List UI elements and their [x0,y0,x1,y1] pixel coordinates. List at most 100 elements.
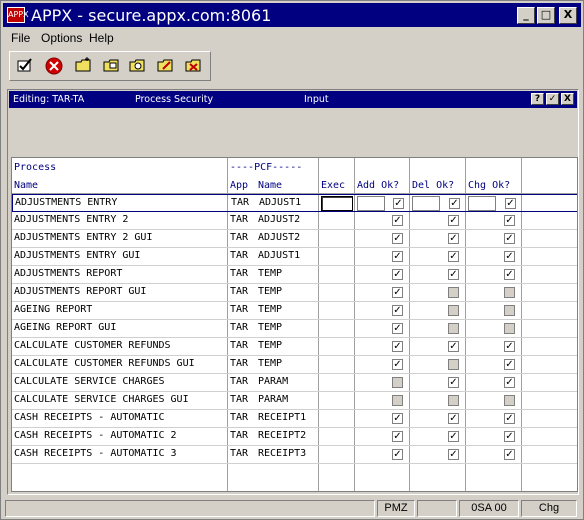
menu-file[interactable]: File [11,31,30,45]
add-ok-checkbox[interactable]: ✓ [393,198,404,209]
chg-ok-checkbox[interactable]: ✓ [504,341,515,352]
process-name-cell: CALCULATE CUSTOMER REFUNDS [14,340,171,351]
add-ok-checkbox[interactable]: ✓ [392,305,403,316]
panel-close-button[interactable]: X [561,93,574,105]
add-ok-checkbox[interactable]: ✓ [392,233,403,244]
app-cell: TAR [230,358,249,369]
open-folder-icon[interactable] [102,57,122,75]
chg-ok-checkbox[interactable] [504,395,515,406]
chg-ok-checkbox[interactable]: ✓ [504,251,515,262]
del-ok-checkbox[interactable] [448,359,459,370]
del-ok-checkbox[interactable]: ✓ [448,377,459,388]
process-name-cell: ADJUSTMENTS ENTRY [15,197,118,208]
chg-ok-checkbox[interactable] [504,287,515,298]
add-input[interactable] [357,196,385,211]
header-name: Name [258,180,283,191]
add-ok-checkbox[interactable]: ✓ [392,449,403,460]
del-ok-checkbox[interactable] [448,305,459,316]
menu-help[interactable]: Help [89,31,114,45]
status-cell-empty [417,500,457,517]
process-name-cell: ADJUSTMENTS ENTRY 2 [14,214,129,225]
table-row[interactable]: AGEING REPORT GUI TAR TEMP ✓ [12,320,577,338]
add-ok-checkbox[interactable]: ✓ [392,287,403,298]
del-input[interactable] [412,196,440,211]
app-cell: TAR [230,394,249,405]
del-ok-checkbox[interactable] [448,395,459,406]
window-title: APPX - secure.appx.com:8061 [31,6,272,25]
new-folder-icon[interactable] [74,57,94,75]
maximize-button[interactable]: □ [537,7,555,24]
appx-logo-icon[interactable]: APPX [7,7,29,23]
add-ok-checkbox[interactable] [392,377,403,388]
chg-ok-checkbox[interactable]: ✓ [504,233,515,244]
table-row[interactable]: CASH RECEIPTS - AUTOMATIC TAR RECEIPT1 ✓ ✓ ✓ [12,410,577,428]
table-row[interactable]: ADJUSTMENTS ENTRY GUI TAR ADJUST1 ✓ ✓ ✓ [12,248,577,266]
find-folder-icon[interactable] [128,57,148,75]
table-row[interactable]: CASH RECEIPTS - AUTOMATIC 2 TAR RECEIPT2 ✓ ✓… [12,428,577,446]
chg-ok-checkbox[interactable]: ✓ [504,449,515,460]
table-row[interactable]: ADJUSTMENTS ENTRY 2 TAR ADJUST2 ✓ ✓ ✓ [12,212,577,230]
panel-title-bar: Editing: TAR-TA Process Security Input ?… [9,91,577,108]
menu-options[interactable]: Options [41,31,82,45]
minimize-button[interactable]: _ [517,7,535,24]
add-ok-checkbox[interactable]: ✓ [392,341,403,352]
chg-input[interactable] [468,196,496,211]
chg-ok-checkbox[interactable] [504,323,515,334]
chg-ok-checkbox[interactable]: ✓ [505,198,516,209]
del-ok-checkbox[interactable]: ✓ [449,198,460,209]
table-row[interactable]: CALCULATE SERVICE CHARGES GUI TAR PARAM [12,392,577,410]
del-ok-checkbox[interactable]: ✓ [448,413,459,424]
header-exec: Exec [321,180,346,191]
chg-ok-checkbox[interactable]: ✓ [504,431,515,442]
chg-ok-checkbox[interactable]: ✓ [504,377,515,388]
del-ok-checkbox[interactable]: ✓ [448,269,459,280]
chg-ok-checkbox[interactable] [504,305,515,316]
check-icon[interactable] [16,57,36,75]
table-row[interactable]: ADJUSTMENTS ENTRY 2 GUI TAR ADJUST2 ✓ ✓ ✓ [12,230,577,248]
table-row[interactable]: CALCULATE CUSTOMER REFUNDS GUI TAR TEMP ✓ ✓ [12,356,577,374]
add-ok-checkbox[interactable]: ✓ [392,413,403,424]
chg-ok-checkbox[interactable]: ✓ [504,215,515,226]
app-cell: TAR [230,412,249,423]
add-ok-checkbox[interactable]: ✓ [392,323,403,334]
cancel-icon[interactable] [44,57,64,75]
pcf-name-cell: RECEIPT3 [258,448,307,459]
table-row[interactable]: ADJUSTMENTS REPORT TAR TEMP ✓ ✓ ✓ [12,266,577,284]
del-ok-checkbox[interactable]: ✓ [448,215,459,226]
table-row[interactable]: CASH RECEIPTS - AUTOMATIC 3 TAR RECEIPT3 ✓ ✓… [12,446,577,464]
add-ok-checkbox[interactable]: ✓ [392,251,403,262]
del-ok-checkbox[interactable] [448,287,459,298]
chg-ok-checkbox[interactable]: ✓ [504,269,515,280]
del-ok-checkbox[interactable]: ✓ [448,341,459,352]
chg-ok-checkbox[interactable]: ✓ [504,413,515,424]
add-ok-checkbox[interactable]: ✓ [392,431,403,442]
table-row[interactable]: ADJUSTMENTS ENTRY TAR ADJUST1 ✓ ✓ ✓ [12,194,577,212]
table-row[interactable]: ADJUSTMENTS REPORT GUI TAR TEMP ✓ [12,284,577,302]
process-name-cell: AGEING REPORT GUI [14,322,117,333]
table-row[interactable]: CALCULATE SERVICE CHARGES TAR PARAM ✓ ✓ [12,374,577,392]
process-name-cell: ADJUSTMENTS ENTRY GUI [14,250,141,261]
app-cell: TAR [230,214,249,225]
del-ok-checkbox[interactable] [448,323,459,334]
pcf-name-cell: ADJUST1 [258,250,301,261]
add-ok-checkbox[interactable] [392,395,403,406]
add-ok-checkbox[interactable]: ✓ [392,269,403,280]
process-name-cell: ADJUSTMENTS REPORT GUI [14,286,147,297]
edit-folder-icon[interactable] [156,57,176,75]
del-ok-checkbox[interactable]: ✓ [448,233,459,244]
delete-folder-icon[interactable] [184,57,204,75]
table-row[interactable]: AGEING REPORT TAR TEMP ✓ [12,302,577,320]
chg-ok-checkbox[interactable]: ✓ [504,359,515,370]
del-ok-checkbox[interactable]: ✓ [448,431,459,442]
exec-input[interactable] [321,196,353,211]
add-ok-checkbox[interactable]: ✓ [392,215,403,226]
app-cell: TAR [230,232,249,243]
ok-button[interactable]: ✓ [546,93,559,105]
del-ok-checkbox[interactable]: ✓ [448,251,459,262]
close-button[interactable]: X [559,7,577,24]
help-button[interactable]: ? [531,93,544,105]
app-cell: TAR [230,322,249,333]
del-ok-checkbox[interactable]: ✓ [448,449,459,460]
add-ok-checkbox[interactable]: ✓ [392,359,403,370]
table-row[interactable]: CALCULATE CUSTOMER REFUNDS TAR TEMP ✓ ✓ ✓ [12,338,577,356]
